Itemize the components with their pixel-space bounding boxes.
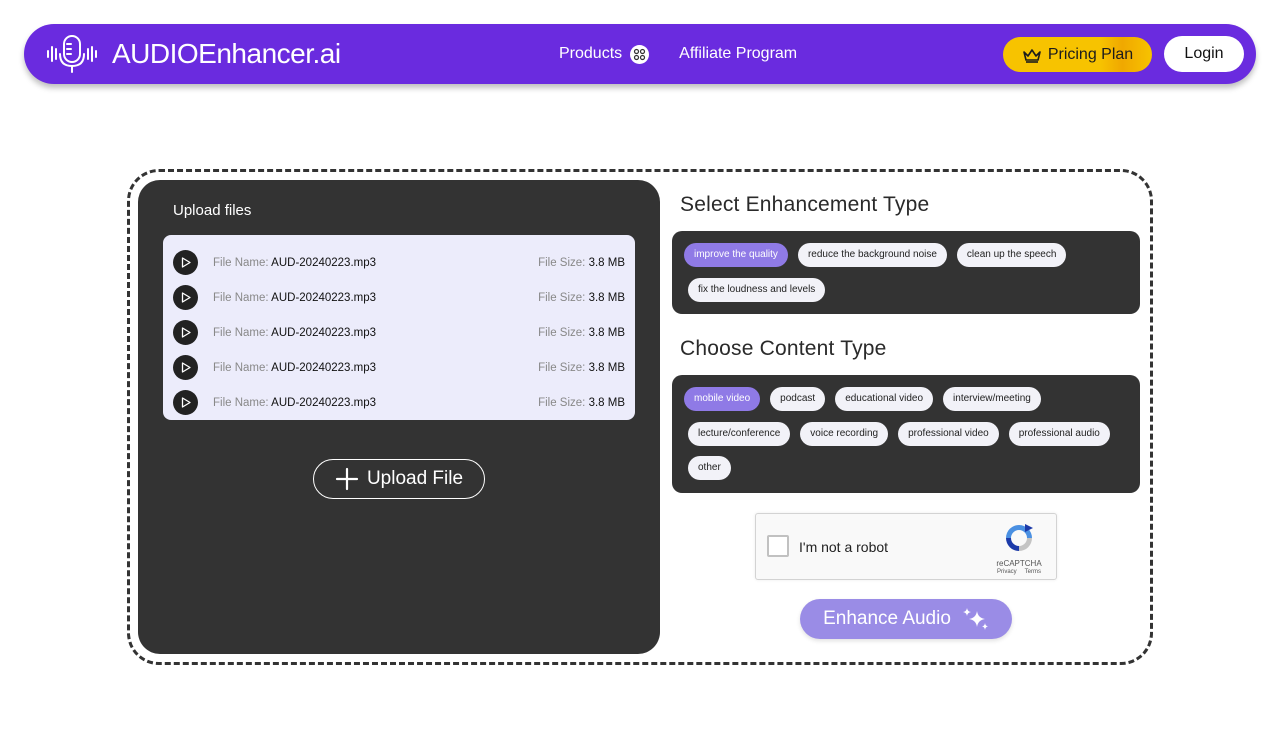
file-size: File Size: 3.8 MB bbox=[538, 257, 625, 269]
play-icon[interactable] bbox=[173, 285, 198, 310]
file-size-value: 3.8 MB bbox=[588, 396, 625, 409]
login-button[interactable]: Login bbox=[1164, 36, 1244, 72]
enhancement-type-chip[interactable]: fix the loudness and levels bbox=[688, 277, 826, 302]
file-name: File Name: AUD-20240223.mp3 bbox=[213, 397, 376, 409]
file-row: File Name: AUD-20240223.mp3 File Size: 3.… bbox=[163, 385, 635, 420]
file-name: File Name: AUD-20240223.mp3 bbox=[213, 327, 376, 339]
file-size: File Size: 3.8 MB bbox=[538, 292, 625, 304]
file-row: File Name: AUD-20240223.mp3 File Size: 3.… bbox=[163, 350, 635, 385]
file-name-label: File Name: bbox=[213, 396, 269, 409]
enhancement-type-chip[interactable]: reduce the background noise bbox=[797, 243, 947, 267]
file-size: File Size: 3.8 MB bbox=[538, 362, 625, 374]
file-name-value: AUD-20240223.mp3 bbox=[271, 256, 377, 269]
file-row: File Name: AUD-20240223.mp3 File Size: 3.… bbox=[163, 280, 635, 315]
nav-products[interactable]: Products bbox=[559, 44, 650, 64]
file-name-value: AUD-20240223.mp3 bbox=[271, 396, 377, 409]
file-size-label: File Size: bbox=[538, 256, 586, 269]
nav-products-label: Products bbox=[559, 45, 623, 62]
file-size: File Size: 3.8 MB bbox=[538, 327, 625, 339]
file-row: File Name: AUD-20240223.mp3 File Size: 3.… bbox=[163, 245, 635, 280]
play-icon[interactable] bbox=[173, 250, 198, 275]
crown-icon bbox=[1023, 48, 1041, 63]
upload-file-label: Upload File bbox=[366, 468, 464, 489]
file-name-value: AUD-20240223.mp3 bbox=[271, 326, 377, 339]
file-size: File Size: 3.8 MB bbox=[538, 397, 625, 409]
upload-title: Upload files bbox=[173, 202, 252, 219]
recaptcha-links: Privacy Terms bbox=[994, 569, 1044, 575]
file-name: File Name: AUD-20240223.mp3 bbox=[213, 362, 376, 374]
enhancement-options: improve the quality reduce the background… bbox=[672, 231, 1140, 314]
enhance-audio-button[interactable]: Enhance Audio bbox=[800, 599, 1012, 639]
enhancement-type-title: Select Enhancement Type bbox=[680, 193, 930, 216]
file-size-value: 3.8 MB bbox=[588, 291, 625, 304]
logo-text: AUDIOEnhancer.ai bbox=[112, 38, 341, 69]
recaptcha-widget: I'm not a robot reCAPTCHA Privacy Terms bbox=[755, 513, 1057, 580]
upload-panel: Upload files File Name: AUD-20240223.mp3… bbox=[138, 180, 660, 654]
grid-icon bbox=[630, 44, 650, 64]
content-type-chip[interactable]: voice recording bbox=[800, 421, 889, 446]
play-icon[interactable] bbox=[173, 355, 198, 380]
top-navbar: AUDIOEnhancer.ai Products Affiliate Prog… bbox=[24, 24, 1256, 84]
file-name-label: File Name: bbox=[213, 256, 269, 269]
recaptcha-logo: reCAPTCHA Privacy Terms bbox=[994, 522, 1044, 575]
file-size-value: 3.8 MB bbox=[588, 326, 625, 339]
file-size-value: 3.8 MB bbox=[588, 256, 625, 269]
recaptcha-checkbox[interactable] bbox=[767, 535, 789, 557]
logo[interactable]: AUDIOEnhancer.ai bbox=[46, 34, 341, 74]
file-list: File Name: AUD-20240223.mp3 File Size: 3.… bbox=[163, 235, 635, 420]
pricing-plan-label: Pricing Plan bbox=[1047, 45, 1134, 63]
content-options: mobile video podcast educational video inte… bbox=[672, 375, 1140, 493]
recaptcha-label: I'm not a robot bbox=[799, 539, 889, 555]
recaptcha-icon bbox=[1006, 524, 1033, 551]
file-name-value: AUD-20240223.mp3 bbox=[271, 291, 377, 304]
sparkles-icon bbox=[962, 608, 988, 630]
main-nav: Products Affiliate Program bbox=[559, 24, 797, 84]
content-type-chip[interactable]: interview/meeting bbox=[943, 387, 1041, 411]
file-size-label: File Size: bbox=[538, 361, 586, 374]
file-name: File Name: AUD-20240223.mp3 bbox=[213, 292, 376, 304]
content-type-chip[interactable]: podcast bbox=[770, 387, 826, 411]
content-type-chip[interactable]: educational video bbox=[835, 387, 934, 411]
file-name-label: File Name: bbox=[213, 326, 269, 339]
file-name-label: File Name: bbox=[213, 291, 269, 304]
microphone-waveform-icon bbox=[47, 35, 97, 73]
plus-icon bbox=[335, 467, 359, 491]
recaptcha-privacy-link[interactable]: Privacy bbox=[997, 569, 1017, 575]
content-type-chip[interactable]: other bbox=[688, 456, 731, 480]
nav-affiliate-label: Affiliate Program bbox=[679, 45, 798, 62]
recaptcha-terms-link[interactable]: Terms bbox=[1025, 569, 1041, 575]
enhancement-type-chip[interactable]: clean up the speech bbox=[956, 243, 1067, 267]
file-name: File Name: AUD-20240223.mp3 bbox=[213, 257, 376, 269]
play-icon[interactable] bbox=[173, 320, 198, 345]
file-name-value: AUD-20240223.mp3 bbox=[271, 361, 377, 374]
content-type-chip[interactable]: lecture/conference bbox=[688, 421, 791, 446]
play-icon[interactable] bbox=[173, 390, 198, 415]
upload-file-button[interactable]: Upload File bbox=[313, 459, 485, 499]
file-size-label: File Size: bbox=[538, 291, 586, 304]
content-type-chip[interactable]: professional video bbox=[898, 421, 999, 446]
enhance-audio-label: Enhance Audio bbox=[823, 608, 951, 629]
file-size-value: 3.8 MB bbox=[588, 361, 625, 374]
file-size-label: File Size: bbox=[538, 396, 586, 409]
pricing-plan-button[interactable]: Pricing Plan bbox=[1003, 37, 1152, 72]
content-type-title: Choose Content Type bbox=[680, 337, 887, 360]
file-row: File Name: AUD-20240223.mp3 File Size: 3.… bbox=[163, 315, 635, 350]
file-size-label: File Size: bbox=[538, 326, 586, 339]
nav-affiliate-program[interactable]: Affiliate Program bbox=[679, 45, 797, 63]
file-name-label: File Name: bbox=[213, 361, 269, 374]
content-type-chip[interactable]: mobile video bbox=[684, 387, 761, 411]
enhancement-type-chip[interactable]: improve the quality bbox=[684, 243, 788, 267]
recaptcha-brand: reCAPTCHA bbox=[996, 559, 1042, 568]
content-type-chip[interactable]: professional audio bbox=[1008, 421, 1110, 446]
